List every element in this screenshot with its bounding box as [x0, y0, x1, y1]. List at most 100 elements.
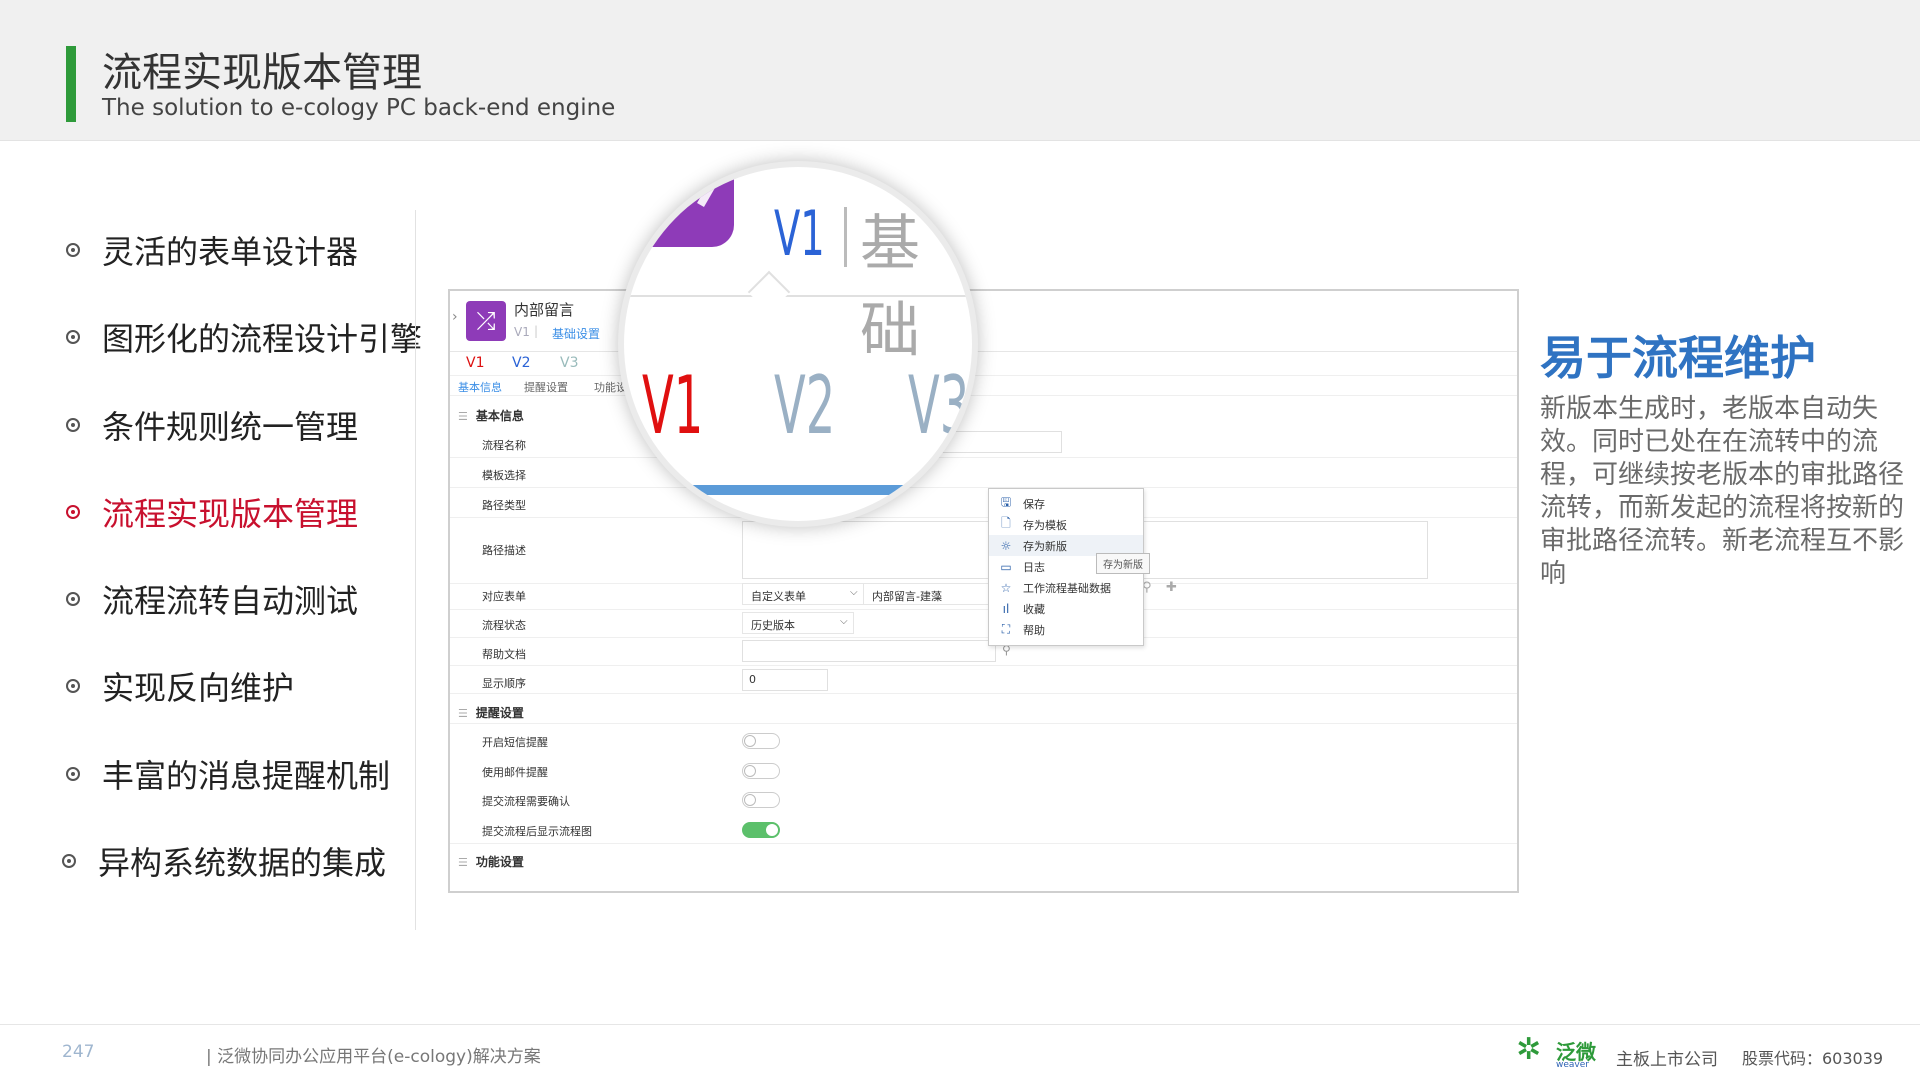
menu-item-label: 保存: [1023, 497, 1045, 511]
nav-item-label: 异构系统数据的集成: [98, 844, 387, 882]
version-tab-v2[interactable]: V2: [512, 355, 530, 371]
show-flowchart-toggle[interactable]: [742, 822, 780, 838]
zoomed-version-v1: V1: [642, 359, 704, 452]
zoomed-version-v3: V3: [908, 359, 970, 452]
chevron-down-icon: ⌵: [850, 587, 858, 598]
menu-item-favorite[interactable]: ıl 收藏: [989, 598, 1143, 619]
nav-item-label: 丰富的消息提醒机制: [102, 757, 391, 795]
section-reminder-settings: 提醒设置: [458, 704, 524, 721]
menu-item-label: 存为新版: [1023, 539, 1067, 553]
header-accent-bar: [66, 46, 76, 122]
page-title: 流程实现版本管理: [102, 50, 422, 96]
field-label-template: 模板选择: [482, 469, 526, 482]
zoomed-divider: [624, 295, 972, 297]
help-icon: ⛶: [1001, 622, 1011, 636]
nav-item-auto-test[interactable]: 流程流转自动测试: [66, 574, 358, 624]
menu-item-help[interactable]: ⛶ 帮助: [989, 619, 1143, 640]
menu-item-label: 日志: [1023, 560, 1045, 574]
nav-item-version-management[interactable]: 流程实现版本管理: [66, 487, 358, 537]
bullet-icon: [66, 679, 80, 693]
divider: [450, 395, 1517, 396]
menu-item-label: 存为模板: [1023, 518, 1067, 532]
sms-reminder-toggle[interactable]: [742, 733, 780, 749]
nav-divider: [415, 210, 416, 930]
divider: [450, 693, 1517, 694]
bullet-icon: [66, 767, 80, 781]
menu-item-label: 工作流程基础数据: [1023, 581, 1111, 595]
divider: [450, 517, 1517, 518]
divider: [450, 665, 1517, 666]
stock-code: 股票代码：603039: [1742, 1049, 1884, 1068]
nav-item-notifications[interactable]: 丰富的消息提醒机制: [66, 749, 390, 799]
nav-item-label: 流程流转自动测试: [102, 582, 359, 620]
tab-basic-settings[interactable]: 基础设置: [552, 325, 600, 342]
app-header: [450, 291, 1517, 352]
field-label-status: 流程状态: [482, 619, 526, 632]
bullet-icon: [66, 243, 80, 257]
nav-item-label: 实现反向维护: [102, 669, 295, 707]
version-tab-v1[interactable]: V1: [466, 355, 484, 371]
divider: [450, 375, 1517, 376]
page-number: 247: [62, 1042, 95, 1062]
menu-item-save[interactable]: 🖫 保存: [989, 493, 1143, 514]
menu-item-workflow-data[interactable]: ☆ 工作流程基础数据: [989, 577, 1143, 598]
nav-item-reverse-maintenance[interactable]: 实现反向维护: [66, 661, 294, 711]
field-label-path-type: 路径类型: [482, 499, 526, 512]
footer-text: | 泛微协同办公应用平台(e-cology)解决方案: [206, 1047, 541, 1067]
shuffle-icon: ⤮: [466, 301, 506, 341]
divider: [450, 609, 1517, 610]
version-tab-v3[interactable]: V3: [560, 355, 578, 371]
bullet-icon: [62, 854, 76, 868]
tab-separator: |: [534, 324, 539, 338]
nav-item-label: 流程实现版本管理: [102, 495, 359, 533]
field-label-form: 对应表单: [482, 590, 526, 603]
nav-item-form-designer[interactable]: 灵活的表单设计器: [66, 225, 358, 275]
subtab-reminder-settings[interactable]: 提醒设置: [524, 379, 568, 395]
add-icon[interactable]: ✚: [1166, 580, 1177, 595]
subtab-basic-info[interactable]: 基本信息: [458, 379, 502, 395]
bullet-icon: [66, 592, 80, 606]
logo-subtext: weaver: [1556, 1060, 1589, 1070]
chevron-down-icon: ⌵: [840, 616, 848, 627]
page-subtitle: The solution to e-cology PC back-end eng…: [102, 95, 616, 121]
log-icon: ▭: [1000, 559, 1012, 574]
nav-item-flow-engine[interactable]: 图形化的流程设计引擎: [66, 312, 422, 362]
save-icon: 🖫: [1000, 495, 1012, 509]
reminder-label: 提交流程需要确认: [482, 795, 570, 808]
display-order-input[interactable]: 0: [742, 669, 828, 691]
section-function-settings: 功能设置: [458, 853, 524, 870]
menu-item-label: 收藏: [1023, 602, 1045, 616]
bullet-icon: [66, 330, 80, 344]
status-select[interactable]: 历史版本: [742, 612, 854, 634]
field-label-path-desc: 路径描述: [482, 544, 526, 557]
nav-item-label: 灵活的表单设计器: [102, 233, 359, 271]
email-reminder-toggle[interactable]: [742, 763, 780, 779]
tooltip: 存为新版: [1096, 553, 1150, 574]
zoomed-active-bar: [644, 485, 972, 495]
new-version-icon: ☼: [1000, 538, 1012, 553]
reminder-label: 开启短信提醒: [482, 736, 548, 749]
collapse-arrow-icon[interactable]: ›: [452, 309, 458, 325]
zoomed-version-v2: V2: [774, 359, 836, 452]
footer-divider: [0, 1024, 1920, 1025]
help-doc-input[interactable]: [742, 640, 996, 662]
feature-description: 新版本生成时，老版本自动失效。同时已处在在流转中的流程，可继续按老版本的审批路径…: [1540, 394, 1905, 589]
form-name-field[interactable]: 内部留言-建藻: [864, 583, 1008, 605]
divider: [450, 843, 1517, 844]
form-type-select[interactable]: 自定义表单: [742, 583, 864, 605]
nav-item-label: 条件规则统一管理: [102, 408, 359, 446]
zoomed-basic-tab: 基础: [860, 209, 920, 366]
submit-confirm-toggle[interactable]: [742, 792, 780, 808]
nav-item-rules[interactable]: 条件规则统一管理: [66, 400, 358, 450]
weaver-logo-icon: ✲: [1516, 1032, 1542, 1067]
template-icon: 🗋: [1001, 516, 1011, 530]
reminder-label: 使用邮件提醒: [482, 766, 548, 779]
menu-item-save-template[interactable]: 🗋 存为模板: [989, 514, 1143, 535]
nav-item-integration[interactable]: 异构系统数据的集成: [62, 836, 386, 886]
chart-icon: ıl: [1002, 601, 1010, 616]
bullet-icon: [66, 418, 80, 432]
reminder-label: 提交流程后显示流程图: [482, 825, 592, 838]
feature-title: 易于流程维护: [1540, 331, 1816, 385]
divider: [450, 637, 1517, 638]
tab-version-small[interactable]: V1: [514, 325, 530, 339]
